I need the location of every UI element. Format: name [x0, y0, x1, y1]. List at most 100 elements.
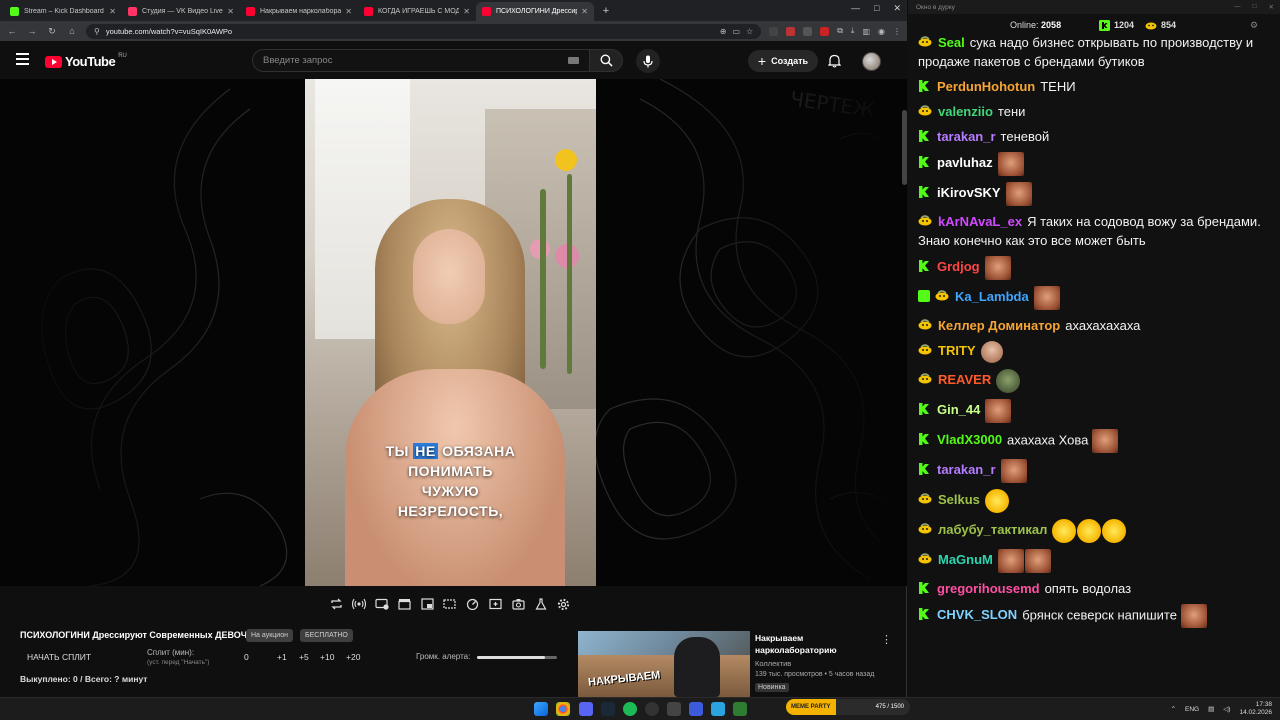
cast-icon[interactable]: ▭ [732, 27, 740, 36]
chat-username[interactable]: TRITY [938, 343, 976, 358]
reload-icon[interactable]: ↻ [46, 26, 58, 37]
tab-close-icon[interactable]: ✕ [463, 7, 470, 16]
playback-speed-icon[interactable] [463, 594, 483, 614]
chat-username[interactable]: gregorihousemd [937, 581, 1040, 596]
youtube-logo[interactable]: YouTube RU [45, 53, 127, 69]
loop-icon[interactable] [326, 594, 346, 614]
chat-settings-icon[interactable]: ⚙ [1250, 20, 1258, 31]
broadcast-icon[interactable] [349, 594, 369, 614]
tab-close-icon[interactable]: ✕ [109, 7, 116, 16]
minimize-icon[interactable]: — [1234, 3, 1241, 11]
browser-tab[interactable]: КОГДА ИГРАЕШЬ С МОДАМИ✕ [358, 2, 476, 21]
download-icon[interactable]: ⤓ [851, 26, 855, 36]
alert-volume-slider[interactable] [477, 656, 557, 659]
chat-username[interactable]: Ka_Lambda [955, 289, 1029, 304]
chat-username[interactable]: pavluhaz [937, 155, 993, 170]
keyboard-icon[interactable] [568, 57, 579, 64]
split-add-1-button[interactable]: +1 [277, 652, 287, 662]
chat-username[interactable]: tarakan_r [937, 462, 996, 477]
chat-username[interactable]: Gin_44 [937, 402, 980, 417]
discord-icon[interactable] [579, 702, 593, 716]
lab-flask-icon[interactable] [531, 594, 551, 614]
close-icon[interactable]: ✕ [893, 3, 901, 14]
chat-username[interactable]: Selkus [938, 492, 980, 507]
hamburger-menu-icon[interactable] [16, 53, 29, 65]
chat-username[interactable]: Келлер Доминатор [938, 318, 1060, 333]
new-tab-button[interactable]: + [598, 3, 614, 19]
meme-party-widget[interactable]: MEME PARTY 475 / 1500 [786, 699, 910, 715]
account-avatar[interactable] [862, 52, 881, 71]
app-icon[interactable] [733, 702, 747, 716]
browser-tab[interactable]: Студия — VK Видео Live ✕ [122, 2, 240, 21]
browser-tab[interactable]: Stream – Kick Dashboard ✕ [4, 2, 122, 21]
theater-mode-icon[interactable] [440, 594, 460, 614]
start-windows-icon[interactable] [534, 702, 548, 716]
picture-in-picture-icon[interactable] [417, 594, 437, 614]
media-player-icon[interactable] [689, 702, 703, 716]
browser-tab[interactable]: Накрываем нарколабораторию✕ [240, 2, 358, 21]
app-icon[interactable] [667, 702, 681, 716]
language-indicator[interactable]: ENG [1185, 706, 1199, 713]
home-icon[interactable]: ⌂ [66, 26, 78, 36]
settings-gear-icon[interactable] [554, 594, 574, 614]
bookmark-star-icon[interactable]: ☆ [746, 27, 753, 36]
voice-search-button[interactable] [636, 49, 660, 73]
browser-tab[interactable]: ПСИХОЛОГИНИ Дрессируют✕ [476, 2, 594, 21]
chat-username[interactable]: Grdjog [937, 259, 980, 274]
chat-username[interactable]: CHVK_SLON [937, 607, 1017, 622]
chat-username[interactable]: valenziio [938, 104, 993, 119]
extension-badge-icon[interactable] [786, 26, 796, 36]
minimize-icon[interactable]: — [851, 3, 860, 14]
close-icon[interactable]: ✕ [1269, 3, 1274, 11]
screenshot-camera-icon[interactable] [508, 594, 528, 614]
video-player[interactable]: ЧЕРТЕЖ ТЫ НЕ ОБЯЗАНА ПОНИМАТЬ ЧУЖУЮ НЕЗР… [0, 79, 907, 586]
tray-chevron-icon[interactable]: ⌃ [1171, 705, 1176, 713]
clock[interactable]: 17:38 14.02.2026 [1239, 701, 1272, 717]
create-button[interactable]: + Создать [748, 50, 818, 72]
obs-icon[interactable] [645, 702, 659, 716]
chat-username[interactable]: PerdunHohotun [937, 79, 1035, 94]
split-add-5-button[interactable]: +5 [299, 652, 309, 662]
sidebar-icon[interactable]: ▥ [862, 27, 870, 36]
profile-icon[interactable]: ◉ [878, 27, 885, 36]
chat-username[interactable]: VladX3000 [937, 432, 1002, 447]
extension-icon[interactable] [803, 26, 813, 36]
steam-icon[interactable] [601, 702, 615, 716]
recommended-channel[interactable]: Коллектив [755, 659, 791, 668]
clapperboard-icon[interactable] [394, 594, 414, 614]
back-icon[interactable]: ← [6, 26, 18, 36]
chat-username[interactable]: tarakan_r [937, 129, 996, 144]
volume-icon[interactable]: ◁) [1223, 705, 1230, 713]
search-button[interactable] [589, 49, 623, 72]
tab-close-icon[interactable]: ✕ [227, 7, 234, 16]
chat-username[interactable]: Seal [938, 35, 965, 50]
chat-username[interactable]: лабубу_тактикал [938, 522, 1047, 537]
notifications-bell-icon[interactable] [828, 54, 841, 68]
search-input[interactable]: Введите запрос [252, 49, 590, 72]
extensions-puzzle-icon[interactable]: ⧉ [837, 26, 843, 36]
split-add-10-button[interactable]: +10 [320, 652, 334, 662]
address-bar[interactable]: ⚲ youtube.com/watch?v=vuSqIK0AWPo ⊕ ▭ ☆ [86, 23, 762, 39]
tab-close-icon[interactable]: ✕ [581, 7, 588, 16]
chat-username[interactable]: iKirovSKY [937, 185, 1001, 200]
telegram-icon[interactable] [711, 702, 725, 716]
forward-icon[interactable]: → [26, 26, 38, 36]
chat-username[interactable]: kArNAvaL_ex [938, 214, 1022, 229]
site-info-icon[interactable]: ⚲ [94, 27, 100, 36]
maximize-icon[interactable]: □ [874, 3, 879, 14]
add-to-screen-icon[interactable] [486, 594, 506, 614]
page-scrollbar[interactable] [902, 110, 907, 185]
spotify-icon[interactable] [623, 702, 637, 716]
recommended-title[interactable]: Накрываем нарколабораторию [755, 632, 875, 656]
auction-chip[interactable]: На аукцион [246, 629, 293, 642]
recommended-thumbnail[interactable]: НАКРЫВАЕМ [578, 631, 750, 697]
extension-badge-icon[interactable] [820, 26, 830, 36]
start-split-button[interactable]: НАЧАТЬ СПЛИТ [27, 652, 91, 662]
screen-record-icon[interactable] [372, 594, 392, 614]
free-chip[interactable]: БЕСПЛАТНО [300, 629, 353, 642]
chat-username[interactable]: MaGnuM [938, 552, 993, 567]
extension-icon[interactable] [769, 26, 779, 36]
more-actions-icon[interactable]: ⋮ [881, 633, 892, 646]
tab-close-icon[interactable]: ✕ [345, 7, 352, 16]
zoom-icon[interactable]: ⊕ [720, 27, 727, 36]
